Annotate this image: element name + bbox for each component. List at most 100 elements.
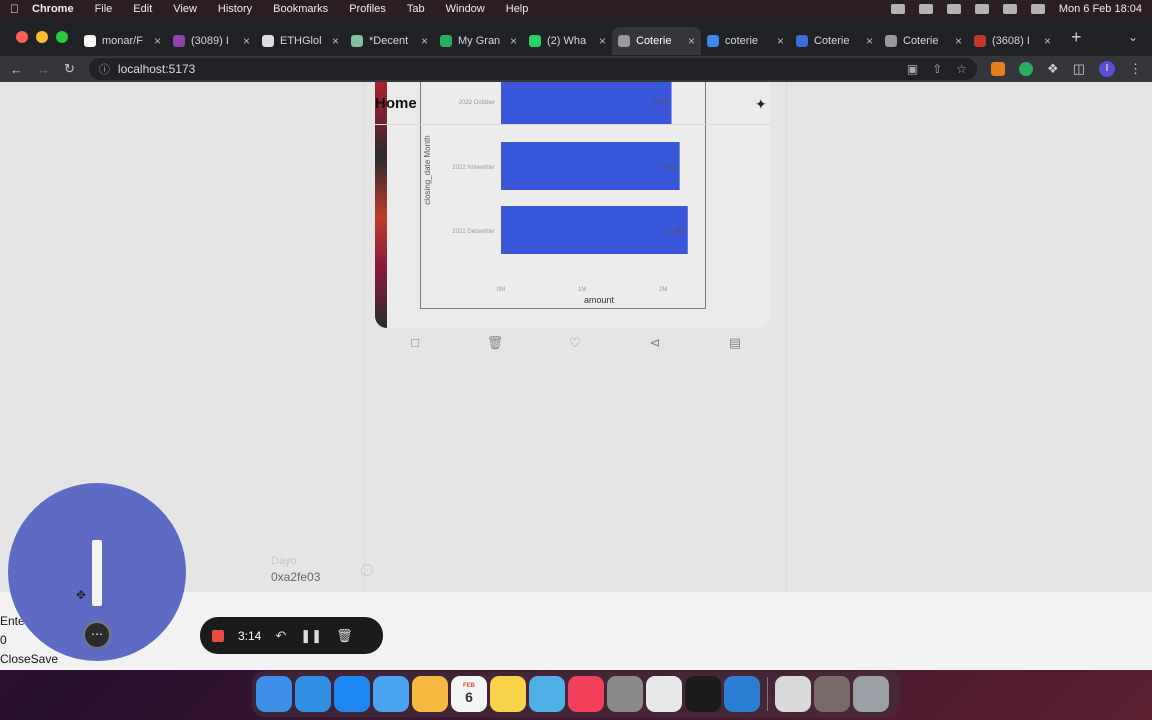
tab-close-icon[interactable]: × [332,34,339,48]
dock-app-finder-icon[interactable] [256,676,292,712]
pause-icon[interactable]: ❚❚ [300,628,322,644]
browser-tab[interactable]: *Decent × [345,27,434,55]
browser-tab[interactable]: My Gran × [434,27,523,55]
chrome-menu-icon[interactable]: ⋮ [1129,61,1142,77]
menu-edit[interactable]: Edit [133,3,152,15]
side-panel-icon[interactable]: ◫ [1073,61,1085,77]
menu-view[interactable]: View [173,3,197,15]
tab-close-icon[interactable]: × [955,34,962,48]
zoom-window-button[interactable] [56,31,68,43]
menubar-clock[interactable]: Mon 6 Feb 18:04 [1059,3,1142,15]
camera-person-silhouette [92,540,102,606]
menu-history[interactable]: History [218,3,252,15]
status-icon[interactable] [918,4,933,14]
undo-icon[interactable]: ↶ [275,628,286,644]
tab-label: ETHGlol [280,35,322,47]
tab-favicon-icon [707,35,719,47]
dock-app-preview-icon[interactable] [775,676,811,712]
share-icon[interactable]: ⊲ [645,335,665,353]
card-icon[interactable]: ▤ [725,335,745,353]
browser-tab[interactable]: ETHGlol × [256,27,345,55]
back-icon[interactable]: ← [10,62,23,77]
browser-tab[interactable]: monar/F × [78,27,167,55]
dock-app-terminal-icon[interactable] [685,676,721,712]
close-save-buttons[interactable]: CloseSave [0,652,58,666]
dock-app-notes-icon[interactable] [490,676,526,712]
apple-icon[interactable]:  [10,2,32,16]
heart-icon[interactable]: ♡ [565,335,585,353]
status-icon[interactable] [890,4,905,14]
chart-category-label: 2022 December [452,229,495,235]
browser-tab[interactable]: coterie × [701,27,790,55]
search-icon[interactable] [1030,4,1045,14]
share-icon[interactable]: ⇧ [932,62,942,76]
browser-tab[interactable]: (3089) I × [167,27,256,55]
feed-divider [364,82,365,592]
more-icon[interactable]: ⋯ [361,564,373,576]
camera-more-button[interactable]: ⋯ [83,621,111,649]
extensions-puzzle-icon[interactable]: ❖ [1047,61,1059,77]
status-icon[interactable] [946,4,961,14]
battery-icon[interactable] [974,4,989,14]
value-text: 0 [0,633,7,647]
menu-app-name[interactable]: Chrome [32,3,74,15]
menu-file[interactable]: File [95,3,113,15]
browser-tab[interactable]: (3608) I × [968,27,1057,55]
dock-app-music-icon[interactable] [568,676,604,712]
dock-app-photos-icon[interactable] [412,676,448,712]
dock-app-system-settings-icon[interactable] [607,676,643,712]
dock-app-chrome-app-icon[interactable] [814,676,850,712]
new-tab-button[interactable]: + [1071,27,1082,48]
menu-tab[interactable]: Tab [407,3,425,15]
site-info-icon[interactable]: ⓘ [99,61,110,77]
tab-close-icon[interactable]: × [688,34,695,48]
tab-close-icon[interactable]: × [599,34,606,48]
chart-x-axis-label: amount [584,295,615,305]
metamask-extension-icon[interactable] [991,62,1006,76]
tab-close-icon[interactable]: × [510,34,517,48]
menu-bookmarks[interactable]: Bookmarks [273,3,328,15]
trash-icon[interactable]: 🗑 [336,628,353,644]
tab-search-chevron-icon[interactable]: ⌄ [1128,30,1138,44]
user-name: Dayo [271,555,297,567]
chart-x-tick: 1M [578,287,586,293]
dock-app-freeform-icon[interactable] [529,676,565,712]
browser-tab[interactable]: (2) Wha × [523,27,612,55]
camera-icon[interactable]: ▣ [907,62,918,76]
dock-app-calendar-icon[interactable]: FEB 6 [451,676,487,712]
menu-window[interactable]: Window [446,3,485,15]
browser-tab[interactable]: Coterie × [790,27,879,55]
wifi-icon[interactable] [1002,4,1017,14]
sparkle-icon[interactable]: ✦ [755,96,767,113]
delete-icon[interactable]: 🗑 [485,335,505,353]
bookmark-star-icon[interactable]: ☆ [956,62,967,76]
dock-app-vs-code-icon[interactable] [724,676,760,712]
dock-app-app-store-icon[interactable] [334,676,370,712]
comment-icon[interactable]: □ [405,335,425,353]
dock-app-mail-icon[interactable] [373,676,409,712]
browser-tab[interactable]: Coterie × [612,27,701,55]
forward-icon[interactable]: → [37,62,50,77]
tab-label: coterie [725,35,759,47]
address-bar[interactable]: ⓘ localhost:5173 ▣ ⇧ ☆ [88,58,978,80]
dock-app-safari-icon[interactable] [295,676,331,712]
minimize-window-button[interactable] [36,31,48,43]
reload-icon[interactable]: ↻ [64,61,75,77]
address-url[interactable]: localhost:5173 [118,62,195,76]
dock-app-trash-icon[interactable] [853,676,889,712]
tab-close-icon[interactable]: × [154,34,161,48]
tab-close-icon[interactable]: × [777,34,784,48]
menu-profiles[interactable]: Profiles [349,3,386,15]
stop-recording-button[interactable] [212,629,224,642]
tab-close-icon[interactable]: × [421,34,428,48]
dock-app-chrome-icon[interactable] [646,676,682,712]
close-window-button[interactable] [16,31,28,43]
tab-close-icon[interactable]: × [243,34,250,48]
grammarly-extension-icon[interactable] [1019,62,1034,76]
chart-x-tick: 2M [659,287,667,293]
menu-help[interactable]: Help [506,3,529,15]
profile-avatar[interactable]: I [1099,61,1115,77]
tab-close-icon[interactable]: × [1044,34,1051,48]
tab-close-icon[interactable]: × [866,34,873,48]
browser-tab[interactable]: Coterie × [879,27,968,55]
